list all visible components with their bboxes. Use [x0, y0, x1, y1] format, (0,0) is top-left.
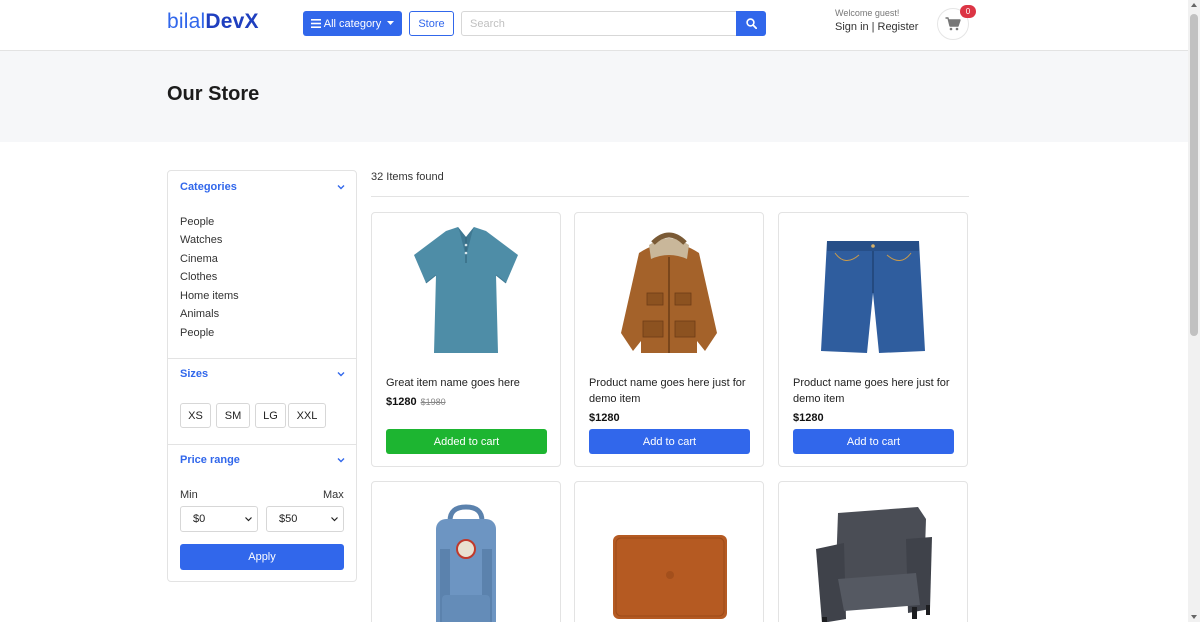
min-label: Min	[180, 489, 198, 501]
max-label: Max	[323, 489, 344, 501]
store-button[interactable]: Store	[409, 11, 454, 36]
cart-icon	[945, 17, 961, 31]
old-price: $1980	[420, 397, 446, 407]
laptop-sleeve-image	[613, 535, 727, 619]
product-image[interactable]	[779, 482, 967, 622]
product-card[interactable]: Product name goes here just for demo ite…	[574, 212, 764, 467]
category-item[interactable]: Watches	[180, 234, 222, 246]
scroll-down-arrow[interactable]	[1191, 615, 1197, 619]
product-card[interactable]	[371, 481, 561, 622]
size-option[interactable]: XXL	[288, 403, 326, 428]
welcome-text: Welcome guest!	[835, 8, 900, 18]
product-name[interactable]: Great item name goes here	[386, 375, 551, 391]
product-price: $1280 $1980	[386, 396, 446, 408]
sizes-heading[interactable]: Sizes	[180, 368, 208, 380]
register-link[interactable]: Register	[878, 21, 919, 33]
product-card[interactable]	[574, 481, 764, 622]
apply-button[interactable]: Apply	[180, 544, 344, 570]
size-option[interactable]: SM	[216, 403, 250, 428]
caret-down-icon	[387, 21, 395, 25]
chevron-down-icon[interactable]	[337, 370, 345, 378]
product-image[interactable]	[575, 482, 763, 622]
search-icon	[745, 18, 757, 29]
logo[interactable]: bilalDevX	[167, 10, 259, 34]
product-card[interactable]: Great item name goes here $1280 $1980 Add…	[371, 212, 561, 467]
scroll-up-arrow[interactable]	[1191, 3, 1197, 7]
category-item[interactable]: People	[180, 327, 214, 339]
product-image[interactable]	[779, 213, 967, 368]
all-category-label: All category	[323, 17, 382, 30]
polo-shirt-image	[414, 227, 518, 353]
product-card[interactable]	[778, 481, 968, 622]
product-image[interactable]	[575, 213, 763, 368]
max-price-select[interactable]: $50	[266, 506, 344, 532]
page-title: Our Store	[167, 83, 260, 105]
category-item[interactable]: Clothes	[180, 271, 217, 283]
min-price-select[interactable]: $0	[180, 506, 258, 532]
price-range-heading[interactable]: Price range	[180, 454, 240, 466]
search-button[interactable]	[736, 11, 766, 36]
add-to-cart-button[interactable]: Add to cart	[793, 429, 954, 454]
sign-in-link[interactable]: Sign in	[835, 21, 869, 33]
auth-separator: |	[871, 21, 875, 33]
divider	[371, 196, 969, 197]
product-price: $1280	[589, 412, 620, 424]
add-to-cart-button[interactable]: Add to cart	[589, 429, 750, 454]
site-header: bilalDevX All category Store Welcome gue…	[0, 0, 1188, 51]
category-item[interactable]: Animals	[180, 308, 219, 320]
added-to-cart-button[interactable]: Added to cart	[386, 429, 547, 454]
divider	[168, 358, 356, 359]
chevron-down-icon[interactable]	[337, 183, 345, 191]
chevron-down-icon	[245, 517, 252, 522]
product-name[interactable]: Product name goes here just for demo ite…	[589, 375, 754, 407]
filter-sidebar: Categories People Watches Cinema Clothes…	[167, 170, 357, 582]
search-input[interactable]	[461, 11, 737, 36]
category-item[interactable]: Cinema	[180, 253, 218, 265]
denim-shorts-image	[821, 241, 925, 353]
scroll-thumb[interactable]	[1190, 14, 1198, 336]
jacket-image	[621, 232, 717, 353]
category-item[interactable]: Home items	[180, 290, 239, 302]
auth-links: Sign in | Register	[835, 21, 918, 33]
size-option[interactable]: XS	[180, 403, 211, 428]
divider	[168, 444, 356, 445]
page-scrollbar[interactable]	[1188, 0, 1200, 622]
category-item[interactable]: People	[180, 216, 214, 228]
product-image[interactable]	[372, 213, 560, 368]
product-image[interactable]	[372, 482, 560, 622]
categories-heading[interactable]: Categories	[180, 181, 237, 193]
armchair-image	[816, 507, 932, 622]
chevron-down-icon[interactable]	[337, 456, 345, 464]
all-category-button[interactable]: All category	[303, 11, 402, 36]
product-name[interactable]: Product name goes here just for demo ite…	[793, 375, 958, 407]
cart-count-badge: 0	[960, 5, 976, 18]
backpack-image	[436, 504, 496, 622]
items-found-count: 32 Items found	[371, 171, 444, 183]
product-price: $1280	[793, 412, 824, 424]
bars-icon	[310, 19, 321, 28]
size-option[interactable]: LG	[255, 403, 286, 428]
chevron-down-icon	[331, 517, 338, 522]
product-card[interactable]: Product name goes here just for demo ite…	[778, 212, 968, 467]
